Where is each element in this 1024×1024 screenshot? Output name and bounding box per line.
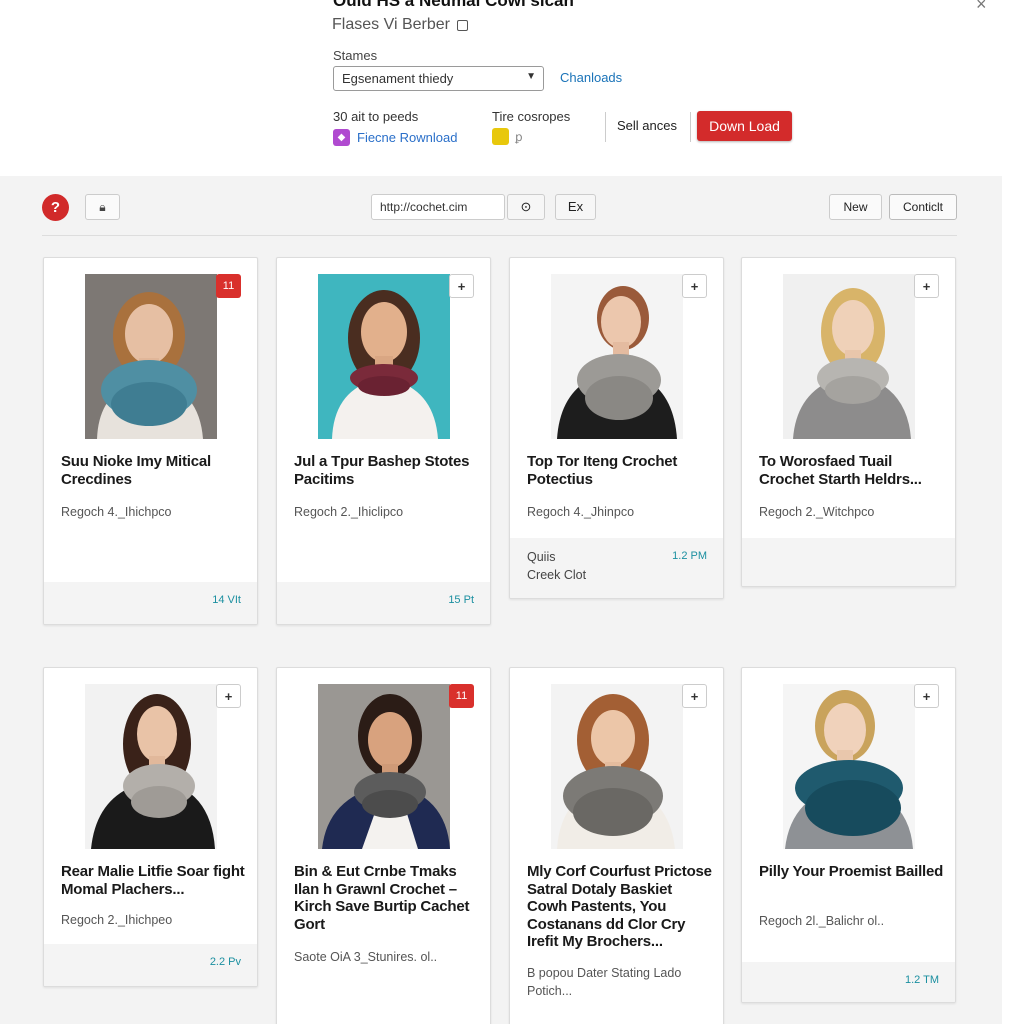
new-button[interactable]: New: [829, 194, 882, 220]
card-time: 1.2 PM: [672, 550, 707, 562]
yellow-app-icon: [492, 128, 509, 145]
save-count-badge[interactable]: 11: [449, 684, 474, 708]
card-meta: B popou Dater Stating Lado Potich...: [527, 966, 682, 998]
stames-label: Stames: [333, 48, 378, 63]
tire-label: Tire cosropes: [492, 109, 571, 124]
url-text: http://cochet.cim: [380, 200, 468, 214]
save-count-badge[interactable]: 11: [216, 274, 241, 298]
download-app-icon: ◆: [333, 129, 350, 146]
pin-card[interactable]: + Rear Malie Litfie Soar fight Momal Pla…: [43, 667, 258, 987]
tire-extra-glyph: ꝑ: [515, 129, 523, 144]
modal-subtitle: Flases Vi Berber: [332, 16, 468, 34]
card-title[interactable]: To Worosfaed Tuail Crochet Starth Heldrs…: [759, 453, 945, 488]
contact-button[interactable]: Conticlt: [889, 194, 957, 220]
card-meta: Regoch 4._Ihichpco: [61, 505, 172, 519]
card-footer: [742, 538, 955, 586]
pin-card[interactable]: + Top Tor Iteng Crochet Potectius Regoch…: [509, 257, 724, 599]
card-title[interactable]: Top Tor Iteng Crochet Potectius: [527, 453, 713, 488]
add-pin-button[interactable]: +: [682, 274, 707, 298]
card-meta: Regoch 4._Jhinpco: [527, 505, 635, 519]
card-meta: Saote OiA 3_Stunires. ol..: [294, 950, 438, 964]
pin-card[interactable]: + Pilly Your Proemist Bailled Regoch 2l.…: [741, 667, 956, 1003]
add-pin-button[interactable]: +: [914, 274, 939, 298]
perks-text: 30 ait to peeds: [333, 109, 419, 124]
product-photo: [318, 684, 450, 849]
card-time: 15 Pt: [448, 594, 474, 606]
select-value: Egsenament thiedy: [342, 71, 454, 86]
add-pin-button[interactable]: +: [914, 684, 939, 708]
card-title[interactable]: Bin & Eut Crnbe Tmaks Ilan h Grawnl Croc…: [294, 863, 480, 933]
close-icon[interactable]: ×: [976, 0, 987, 15]
card-title[interactable]: Jul a Tpur Bashep Stotes Pacitims: [294, 453, 480, 488]
subtitle-text: Flases Vi Berber: [332, 16, 450, 33]
card-time: 1.2 TM: [904, 974, 939, 986]
sell-label: Sell ances: [617, 118, 677, 133]
lock-button[interactable]: 🔒︎: [85, 194, 120, 220]
ex-button[interactable]: Ex: [555, 194, 596, 220]
feature-download-link[interactable]: ◆ Fiecne Rownload: [333, 129, 457, 146]
card-meta: Regoch 2l._Balichr ol..: [759, 914, 885, 928]
download-modal: Ould HS a Neumal Cowl sican × Flases Vi …: [0, 0, 1024, 176]
url-field[interactable]: http://cochet.cim: [371, 194, 505, 220]
go-button[interactable]: ⊙: [507, 194, 545, 220]
toolbar-divider: [42, 235, 957, 236]
card-title[interactable]: Suu Nioke Imy Mitical Crecdines: [61, 453, 247, 488]
product-photo: [85, 274, 217, 439]
card-title[interactable]: Mly Corf Courfust Prictose Satral Dotaly…: [527, 863, 713, 951]
product-photo: [551, 684, 683, 849]
stames-select[interactable]: Egsenament thiedy ▼: [333, 66, 544, 91]
card-meta: Regoch 2._Witchpco: [759, 505, 875, 519]
pin-card[interactable]: + Jul a Tpur Bashep Stotes Pacitims Rego…: [276, 257, 491, 625]
lock-icon: 🔒︎: [99, 200, 106, 214]
card-time: 14 VIt: [212, 594, 241, 606]
card-note: Quiis: [527, 550, 556, 564]
product-photo: [783, 684, 915, 849]
card-time: 2.2 Pv: [209, 956, 241, 968]
product-photo: [85, 684, 217, 849]
tire-icons: ꝑ: [492, 128, 523, 145]
divider: [605, 112, 606, 142]
toolbar: ? 🔒︎ http://cochet.cim ⊙ Ex New Conticlt: [0, 176, 1002, 236]
add-pin-button[interactable]: +: [449, 274, 474, 298]
card-meta: Regoch 2._Ihichpeo: [61, 913, 173, 927]
product-photo: [318, 274, 450, 439]
card-meta: Regoch 2._Ihiclipco: [294, 505, 404, 519]
feature-download-label: Fiecne Rownload: [357, 130, 458, 145]
pin-card[interactable]: + To Worosfaed Tuail Crochet Starth Held…: [741, 257, 956, 587]
product-photo: [783, 274, 915, 439]
divider: [690, 112, 691, 142]
add-pin-button[interactable]: +: [682, 684, 707, 708]
checkbox-icon[interactable]: [456, 19, 468, 31]
pin-card[interactable]: + Mly Corf Courfust Prictose Satral Dota…: [509, 667, 724, 1024]
chevron-down-icon: ▼: [526, 71, 536, 82]
pin-card[interactable]: 11 Bin & Eut Crnbe Tmaks Ilan h Grawnl C…: [276, 667, 491, 1024]
channels-link[interactable]: Chanloads: [560, 70, 622, 85]
pin-card[interactable]: 11 Suu Nioke Imy Mitical Crecdines Regoc…: [43, 257, 258, 625]
modal-title: Ould HS a Neumal Cowl sican: [333, 0, 574, 10]
download-button[interactable]: Down Load: [697, 111, 792, 141]
card-title[interactable]: Rear Malie Litfie Soar fight Momal Plach…: [61, 863, 247, 898]
card-note: Creek Clot: [527, 568, 587, 582]
card-title[interactable]: Pilly Your Proemist Bailled: [759, 863, 945, 881]
add-pin-button[interactable]: +: [216, 684, 241, 708]
product-photo: [551, 274, 683, 439]
pinterest-logo-icon[interactable]: ?: [42, 194, 69, 221]
